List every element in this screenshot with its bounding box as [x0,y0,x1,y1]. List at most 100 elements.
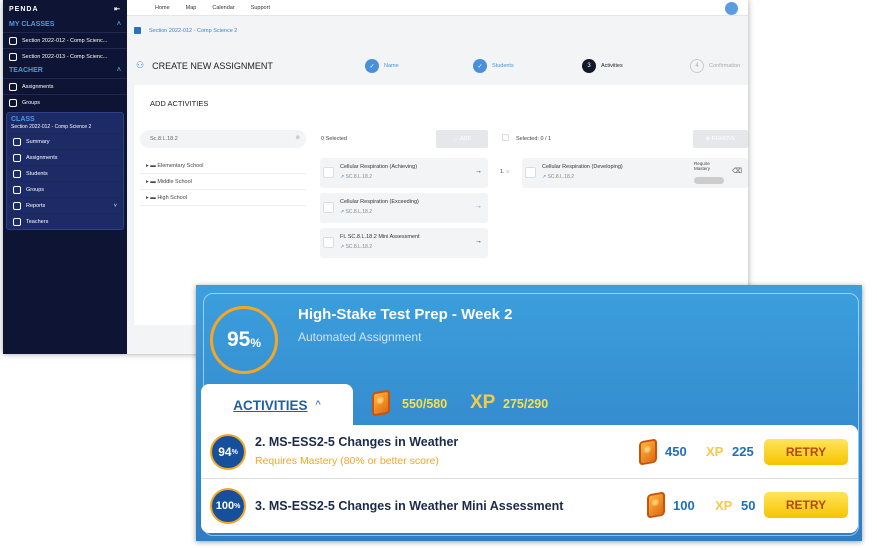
tree-node[interactable]: ▸ ▬ High School [140,190,306,206]
teacher-label: TEACHER [9,67,43,74]
activity-item[interactable]: Cellular Respiration (Exceeding) ↗ SC.8.L… [320,193,488,223]
activity-coins: 100 [673,498,695,513]
page-title-text: CREATE NEW ASSIGNMENT [152,60,273,71]
chosen-index: 1. ≡ [500,169,509,175]
tab-activities[interactable]: ACTIVITIES ^ [201,384,353,426]
sidebar-item-summary[interactable]: Summary [7,133,123,149]
breadcrumb: Section 2022-012 - Comp Science 2 [134,27,237,34]
activity-item[interactable]: Cellular Respiration (Achieving) ↗ SC.8.L… [320,158,488,188]
checkbox[interactable] [323,202,334,213]
link-icon: ↗ [340,209,345,215]
assignments-icon [13,153,21,162]
link-icon: ↗ [340,244,345,250]
class-icon [9,52,17,61]
class-label: Section 2022-013 - Comp Scienc... [22,53,108,60]
tree-node[interactable]: ▸ ▬ Middle School [140,174,306,190]
arrow-right-icon[interactable]: → [475,203,482,210]
score-value: 95 [226,328,251,351]
retry-button[interactable]: RETRY [764,492,848,518]
activity-name: FL SC.8.L.18.2 Mini Assessment [340,234,420,240]
back-icon[interactable] [134,27,141,34]
arrow-right-icon[interactable]: → [475,238,482,245]
nav-calendar[interactable]: Calendar [212,5,234,11]
retry-label: RETRY [785,445,827,459]
activity-code: SC.8.L.18.2 [547,174,574,180]
tree-node[interactable]: ▸ ▬ Elementary School [140,158,306,174]
activity-score: 94 [218,445,232,459]
reports-icon [13,201,21,210]
coin-icon [372,389,390,417]
link-icon: ↗ [340,174,345,180]
check-icon: ✓ [473,59,487,73]
my-classes-header[interactable]: MY CLASSES ˄ [3,18,127,32]
step-number: 3 [582,59,596,73]
class-section: CLASS Section 2022-012 - Comp Science 2 … [6,112,124,230]
step-activities: 3 Activities [582,59,623,73]
class-header: CLASS [11,116,35,123]
sidebar-item-assignments[interactable]: Assignments [7,149,123,165]
section-title: ADD ACTIVITIES [150,99,209,108]
sidebar-item-groups[interactable]: Groups [7,181,123,197]
checkbox[interactable] [323,167,334,178]
arrow-right-icon[interactable]: → [475,168,482,175]
sidebar-item-teachers[interactable]: Teachers [7,213,123,229]
node-label: Elementary School [157,163,204,169]
coin-icon [647,491,665,519]
select-all-checkbox[interactable] [502,134,509,141]
remove-button[interactable]: ⊗ REMOVE [693,130,748,148]
students-icon [13,169,21,178]
step-name: ✓ Name [365,59,399,73]
sidebar-item-students[interactable]: Students [7,165,123,181]
activity-code: SC.8.L.18.2 [345,244,372,250]
sidebar-item-reports[interactable]: Reports ˅ [7,197,123,213]
user-avatar[interactable] [725,2,738,15]
xp-total: 275/290 [503,397,549,411]
item-label: Reports [26,202,46,209]
add-button[interactable]: → ADD [436,130,488,148]
activity-score: 100 [215,500,235,512]
sidebar: PENDA ⇤ MY CLASSES ˄ Section 2022-012 - C… [3,0,127,354]
activity-coins: 450 [665,444,687,459]
sidebar-class-1[interactable]: Section 2022-012 - Comp Scienc... [3,32,127,48]
page-title: ⚇ CREATE NEW ASSIGNMENT [136,60,273,71]
nav-support[interactable]: Support [251,5,270,11]
item-label: Teachers [26,218,49,225]
coin-icon [639,438,657,466]
my-classes-label: MY CLASSES [9,21,55,28]
nav-home[interactable]: Home [155,5,170,11]
chevron-up-icon: ˄ [116,67,121,74]
class-name: Section 2022-012 - Comp Science 2 [11,124,92,130]
require-mastery-label: Require Mastery [694,161,711,171]
checkbox[interactable] [525,167,536,178]
search-input[interactable]: Sc.8.L.18.2 ⊗ [140,130,306,148]
teacher-header[interactable]: TEACHER ˄ [3,64,127,78]
retry-button[interactable]: RETRY [764,439,848,465]
nav-map[interactable]: Map [186,5,197,11]
drag-handle-icon[interactable]: ≡ [506,169,509,175]
node-label: Middle School [157,179,192,185]
activity-code: SC.8.L.18.2 [345,209,372,215]
groups-icon [13,185,21,194]
remove-item-icon[interactable]: ⌫ [732,167,742,175]
item-label: Assignments [22,83,54,90]
xp-label: XP [715,498,733,513]
mastery-note: Requires Mastery (80% or better score) [255,455,439,467]
step-students: ✓ Students [473,59,514,73]
breadcrumb-link[interactable]: Section 2022-012 - Comp Science 2 [149,28,237,34]
activity-name: Cellular Respiration (Exceeding) [340,199,419,205]
activity-item[interactable]: FL SC.8.L.18.2 Mini Assessment ↗ SC.8.L.1… [320,228,488,258]
activity-title: 3. MS-ESS2-5 Changes in Weather Mini Ass… [255,499,564,513]
activity-row[interactable]: 94% 2. MS-ESS2-5 Changes in Weather Requ… [201,425,858,479]
activity-row[interactable]: 100% 3. MS-ESS2-5 Changes in Weather Min… [201,480,858,533]
check-icon: ✓ [365,59,379,73]
checkbox[interactable] [323,237,334,248]
item-label: Summary [26,138,50,145]
require-mastery-toggle[interactable] [694,177,724,184]
sidebar-class-2[interactable]: Section 2022-013 - Comp Scienc... [3,48,127,64]
groups-icon [9,98,17,107]
clear-icon[interactable]: ⊗ [295,135,300,141]
sidebar-item-assignments[interactable]: Assignments [3,78,127,94]
collapse-sidebar-icon[interactable]: ⇤ [114,5,121,13]
sidebar-item-groups[interactable]: Groups [3,94,127,110]
activity-xp: 50 [741,498,756,513]
